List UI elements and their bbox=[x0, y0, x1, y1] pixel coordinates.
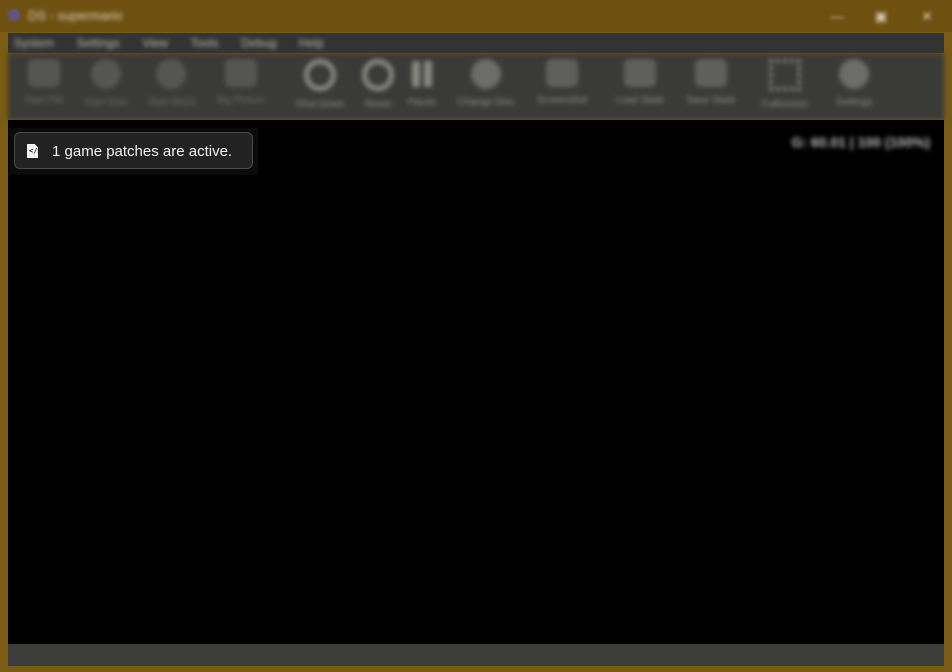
menu-bar: System Settings View Tools Debug Help bbox=[8, 33, 944, 53]
menu-view[interactable]: View bbox=[142, 33, 168, 53]
file-code-icon: </> bbox=[27, 144, 38, 158]
disc-icon bbox=[91, 59, 121, 89]
menu-debug[interactable]: Debug bbox=[241, 33, 276, 53]
reset-button[interactable]: Reset bbox=[360, 57, 396, 117]
close-button[interactable]: ✕ bbox=[916, 6, 938, 26]
pause-button[interactable]: Pause bbox=[404, 57, 440, 117]
minimize-button[interactable]: — bbox=[826, 6, 848, 26]
change-disc-button[interactable]: Change Disc bbox=[454, 57, 518, 117]
gear-icon bbox=[839, 59, 869, 89]
fullscreen-button[interactable]: Fullscreen bbox=[756, 57, 814, 117]
toolbar-label: Settings bbox=[835, 97, 873, 108]
reset-icon bbox=[362, 59, 394, 91]
big-picture-button[interactable]: Big Picture bbox=[210, 57, 272, 117]
toolbar-label: Save State bbox=[686, 95, 736, 106]
screenshot-button[interactable]: Screenshot bbox=[532, 57, 592, 117]
load-state-button[interactable]: Load State bbox=[612, 57, 668, 117]
status-bar bbox=[8, 644, 944, 666]
toolbar-label: Fullscreen bbox=[761, 99, 809, 110]
menu-help[interactable]: Help bbox=[299, 33, 324, 53]
toolbar-label: Screenshot bbox=[536, 95, 588, 106]
window-title: DS - supermario bbox=[28, 8, 123, 23]
patch-notification-toast: </> 1 game patches are active. bbox=[14, 132, 253, 169]
start-file-button[interactable]: Start File bbox=[22, 57, 66, 117]
toolbar: Start File Start Disc Start BIOS Big Pic… bbox=[8, 53, 944, 120]
pause-icon bbox=[408, 59, 436, 89]
start-bios-button[interactable]: Start BIOS bbox=[148, 57, 196, 117]
settings-button[interactable]: Settings bbox=[832, 57, 876, 117]
menu-tools[interactable]: Tools bbox=[191, 33, 219, 53]
maximize-button[interactable]: ▣ bbox=[870, 6, 892, 26]
bios-icon bbox=[156, 59, 186, 89]
toolbar-label: Shut Down bbox=[295, 99, 345, 110]
camera-icon bbox=[546, 59, 578, 87]
toolbar-label: Change Disc bbox=[457, 97, 515, 108]
save-icon bbox=[695, 59, 727, 87]
performance-overlay: G: 60.01 | 100 (100%) bbox=[791, 134, 930, 150]
toast-message: 1 game patches are active. bbox=[52, 143, 233, 160]
start-disc-button[interactable]: Start Disc bbox=[82, 57, 130, 117]
toolbar-label: Load State bbox=[615, 95, 665, 106]
shut-down-button[interactable]: Shut Down bbox=[290, 57, 350, 117]
save-state-button[interactable]: Save State bbox=[682, 57, 740, 117]
toolbar-label: Start File bbox=[23, 95, 64, 106]
monitor-icon bbox=[225, 59, 257, 87]
app-icon bbox=[8, 9, 20, 21]
toolbar-label: Start BIOS bbox=[148, 97, 196, 108]
power-icon bbox=[304, 59, 336, 91]
game-display[interactable]: G: 60.01 | 100 (100%) bbox=[8, 120, 944, 644]
menu-settings[interactable]: Settings bbox=[76, 33, 119, 53]
toolbar-label: Reset bbox=[364, 99, 392, 110]
load-icon bbox=[624, 59, 656, 87]
menu-system[interactable]: System bbox=[14, 33, 54, 53]
disc-icon bbox=[471, 59, 501, 89]
title-bar[interactable]: DS - supermario — ▣ ✕ bbox=[0, 0, 952, 32]
toolbar-label: Start Disc bbox=[84, 97, 128, 108]
main-window: DS - supermario — ▣ ✕ System Settings Vi… bbox=[0, 0, 952, 672]
file-icon bbox=[28, 59, 60, 87]
toolbar-label: Big Picture bbox=[216, 95, 266, 106]
fullscreen-icon bbox=[769, 59, 801, 91]
toolbar-label: Pause bbox=[407, 97, 437, 108]
